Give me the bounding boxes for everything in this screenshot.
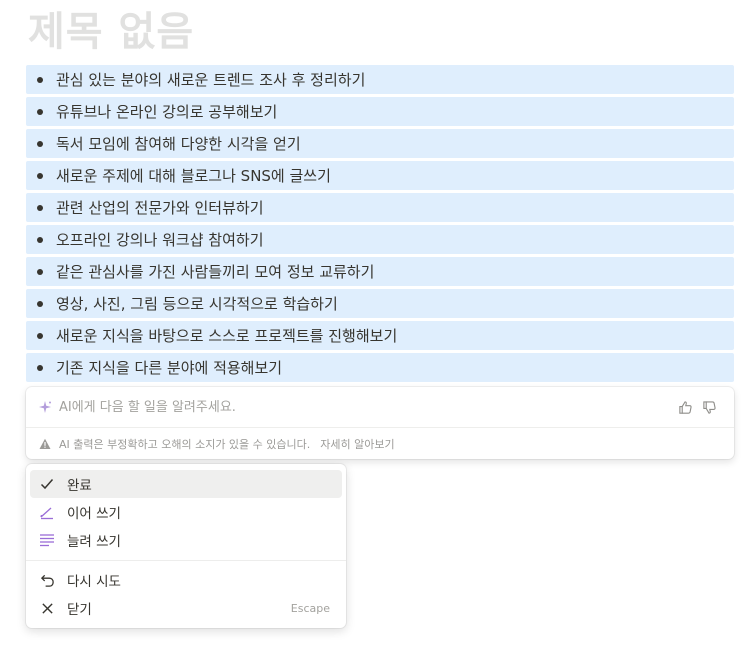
list-item[interactable]: 같은 관심사를 가진 사람들끼리 모여 정보 교류하기 (26, 257, 734, 286)
menu-item-label: 완료 (67, 478, 92, 494)
list-item-text: 관심 있는 분야의 새로운 트렌드 조사 후 정리하기 (56, 71, 366, 89)
menu-item-make-longer[interactable]: 늘려 쓰기 (30, 526, 342, 554)
menu-divider (26, 560, 346, 561)
bullet-icon (37, 140, 43, 147)
pencil-icon (38, 503, 56, 521)
list-item-text: 유튜브나 온라인 강의로 공부해보기 (56, 103, 278, 121)
thumbs-up-icon[interactable] (676, 398, 694, 416)
menu-item-label: 닫기 (67, 602, 92, 618)
sparkle-icon (37, 399, 53, 415)
bulleted-list: 관심 있는 분야의 새로운 트렌드 조사 후 정리하기 유튜브나 온라인 강의로… (26, 65, 734, 385)
ai-prompt-box: AI 출력은 부정확하고 오해의 소지가 있을 수 있습니다. 자세히 알아보기 (26, 387, 734, 459)
list-item-text: 기존 지식을 다른 분야에 적용해보기 (56, 359, 283, 377)
ai-prompt-input[interactable] (59, 399, 676, 415)
bullet-icon (37, 236, 43, 243)
bullet-icon (37, 300, 43, 307)
list-item[interactable]: 새로운 주제에 대해 블로그나 SNS에 글쓰기 (26, 161, 734, 190)
menu-item-continue-writing[interactable]: 이어 쓰기 (30, 498, 342, 526)
list-item[interactable]: 오프라인 강의나 워크샵 참여하기 (26, 225, 734, 254)
menu-item-done[interactable]: 완료 (30, 470, 342, 498)
thumbs-down-icon[interactable] (700, 398, 718, 416)
warning-icon (39, 437, 52, 450)
list-item[interactable]: 관련 산업의 전문가와 인터뷰하기 (26, 193, 734, 222)
bullet-icon (37, 332, 43, 339)
bullet-icon (37, 268, 43, 275)
list-item-text: 새로운 주제에 대해 블로그나 SNS에 글쓰기 (56, 167, 331, 185)
ai-disclaimer-text: AI 출력은 부정확하고 오해의 소지가 있을 수 있습니다. (59, 437, 311, 451)
list-item[interactable]: 독서 모임에 참여해 다양한 시각을 얻기 (26, 129, 734, 158)
menu-item-label: 이어 쓰기 (67, 506, 121, 522)
learn-more-link[interactable]: 자세히 알아보기 (320, 436, 394, 452)
list-item-text: 독서 모임에 참여해 다양한 시각을 얻기 (56, 135, 301, 153)
undo-icon (38, 571, 56, 589)
list-item-text: 같은 관심사를 가진 사람들끼리 모여 정보 교류하기 (56, 263, 375, 281)
menu-item-label: 늘려 쓰기 (67, 534, 121, 550)
list-item[interactable]: 영상, 사진, 그림 등으로 시각적으로 학습하기 (26, 289, 734, 318)
list-item[interactable]: 유튜브나 온라인 강의로 공부해보기 (26, 97, 734, 126)
bullet-icon (37, 172, 43, 179)
bullet-icon (37, 364, 43, 371)
bullet-icon (37, 76, 43, 83)
menu-item-label: 다시 시도 (67, 574, 121, 590)
list-item-text: 오프라인 강의나 워크샵 참여하기 (56, 231, 264, 249)
menu-item-retry[interactable]: 다시 시도 (30, 566, 342, 594)
ai-input-row (26, 387, 734, 428)
shortcut-hint: Escape (290, 601, 330, 615)
list-item-text: 관련 산업의 전문가와 인터뷰하기 (56, 199, 264, 217)
list-item-text: 영상, 사진, 그림 등으로 시각적으로 학습하기 (56, 295, 338, 313)
menu-item-close[interactable]: 닫기 Escape (30, 594, 342, 622)
list-item-text: 새로운 지식을 바탕으로 스스로 프로젝트를 진행해보기 (56, 327, 398, 345)
list-item[interactable]: 새로운 지식을 바탕으로 스스로 프로젝트를 진행해보기 (26, 321, 734, 350)
feedback-buttons (676, 398, 718, 416)
list-item[interactable]: 관심 있는 분야의 새로운 트렌드 조사 후 정리하기 (26, 65, 734, 94)
lines-icon (38, 531, 56, 549)
page-title[interactable]: 제목 없음 (28, 4, 194, 60)
close-icon (38, 599, 56, 617)
ai-action-menu: 완료 이어 쓰기 늘려 쓰기 다시 시도 닫기 Escape (26, 464, 346, 628)
check-icon (38, 475, 56, 493)
ai-disclaimer-row: AI 출력은 부정확하고 오해의 소지가 있을 수 있습니다. 자세히 알아보기 (26, 428, 734, 459)
list-item[interactable]: 기존 지식을 다른 분야에 적용해보기 (26, 353, 734, 382)
bullet-icon (37, 108, 43, 115)
bullet-icon (37, 204, 43, 211)
